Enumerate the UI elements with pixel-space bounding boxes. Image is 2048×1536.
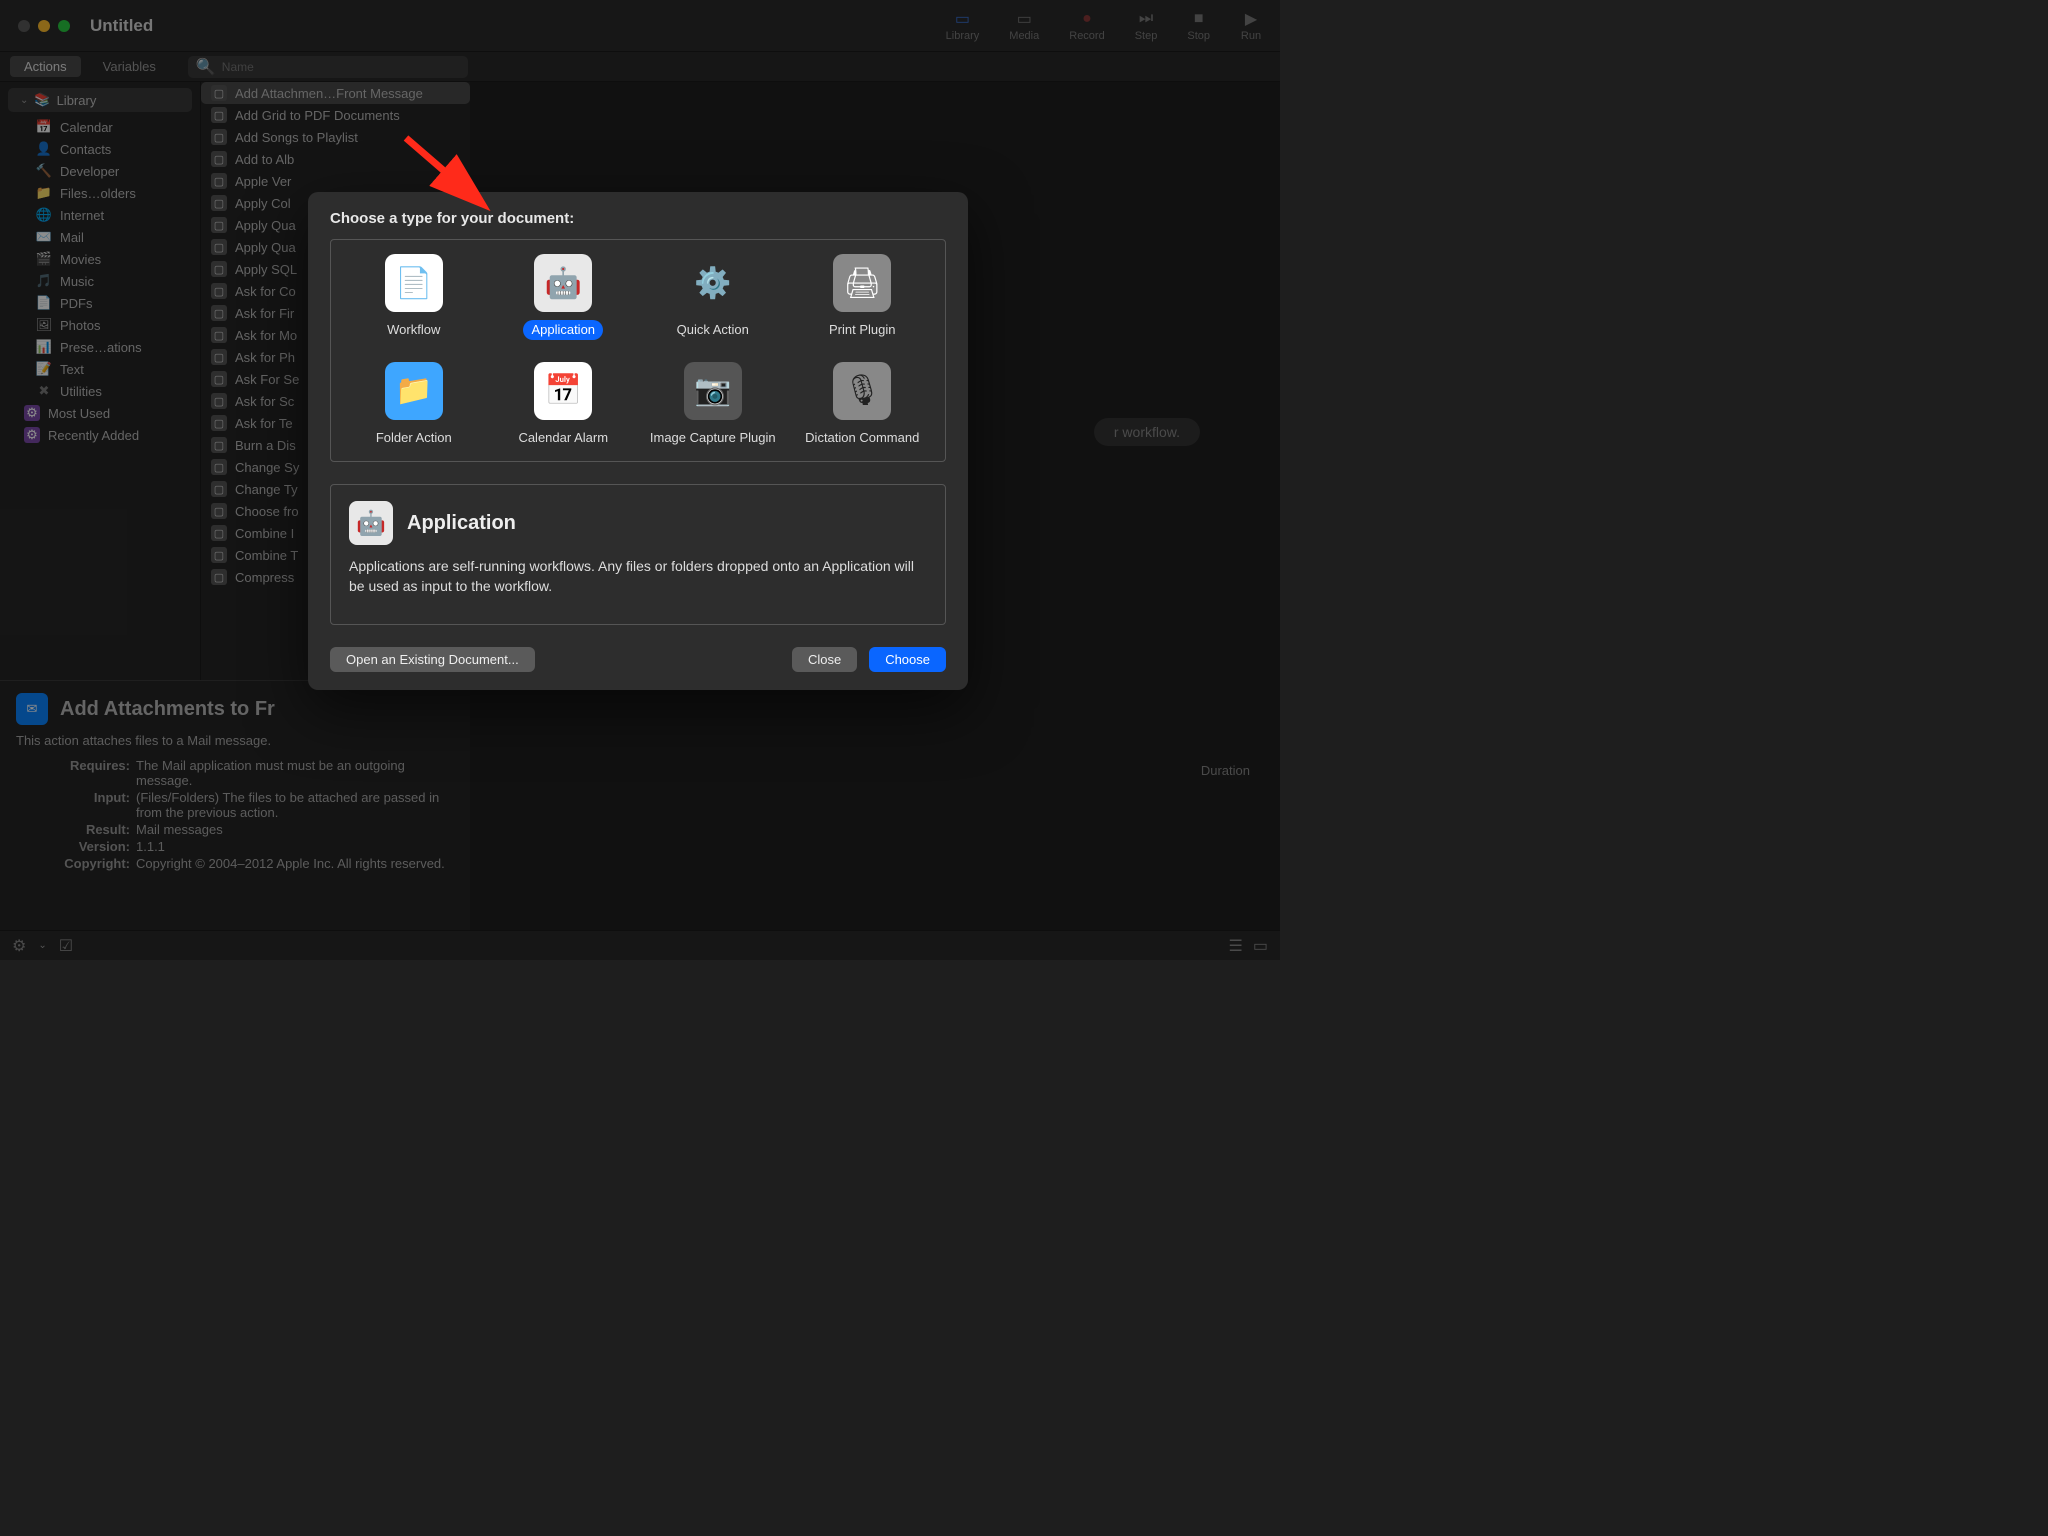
type-dictation-command[interactable]: 🎙 Dictation Command [788, 362, 938, 448]
document-type-dialog: Choose a type for your document: 📄 Workfl… [308, 192, 968, 690]
type-print-plugin[interactable]: 🖨 Print Plugin [788, 254, 938, 340]
type-application[interactable]: 🤖 Application [489, 254, 639, 340]
type-description-text: Applications are self-running workflows.… [349, 557, 927, 596]
type-image-capture-plugin[interactable]: 📷 Image Capture Plugin [638, 362, 788, 448]
type-icon: 📄 [385, 254, 443, 312]
type-workflow[interactable]: 📄 Workflow [339, 254, 489, 340]
dialog-title: Choose a type for your document: [330, 210, 946, 227]
type-calendar-alarm[interactable]: 📅 Calendar Alarm [489, 362, 639, 448]
open-existing-button[interactable]: Open an Existing Document... [330, 647, 535, 672]
type-label: Dictation Command [797, 428, 927, 448]
type-label: Application [523, 320, 603, 340]
choose-button[interactable]: Choose [869, 647, 946, 672]
type-label: Print Plugin [821, 320, 903, 340]
type-icon: 📷 [684, 362, 742, 420]
type-icon: ⚙️ [684, 254, 742, 312]
dialog-buttons: Open an Existing Document... Close Choos… [330, 647, 946, 672]
type-icon: 🤖 [534, 254, 592, 312]
automator-icon: 🤖 [349, 501, 393, 545]
type-icon: 🖨 [833, 254, 891, 312]
type-description-title: Application [407, 512, 516, 535]
close-button[interactable]: Close [792, 647, 857, 672]
type-grid: 📄 Workflow 🤖 Application ⚙️ Quick Action 🖨 Prin… [330, 239, 946, 462]
type-label: Image Capture Plugin [642, 428, 784, 448]
type-icon: 📁 [385, 362, 443, 420]
type-label: Workflow [379, 320, 448, 340]
type-icon: 🎙 [833, 362, 891, 420]
type-label: Calendar Alarm [510, 428, 616, 448]
type-label: Quick Action [669, 320, 757, 340]
type-icon: 📅 [534, 362, 592, 420]
type-quick-action[interactable]: ⚙️ Quick Action [638, 254, 788, 340]
type-description-box: 🤖 Application Applications are self-runn… [330, 484, 946, 625]
type-label: Folder Action [368, 428, 460, 448]
type-folder-action[interactable]: 📁 Folder Action [339, 362, 489, 448]
